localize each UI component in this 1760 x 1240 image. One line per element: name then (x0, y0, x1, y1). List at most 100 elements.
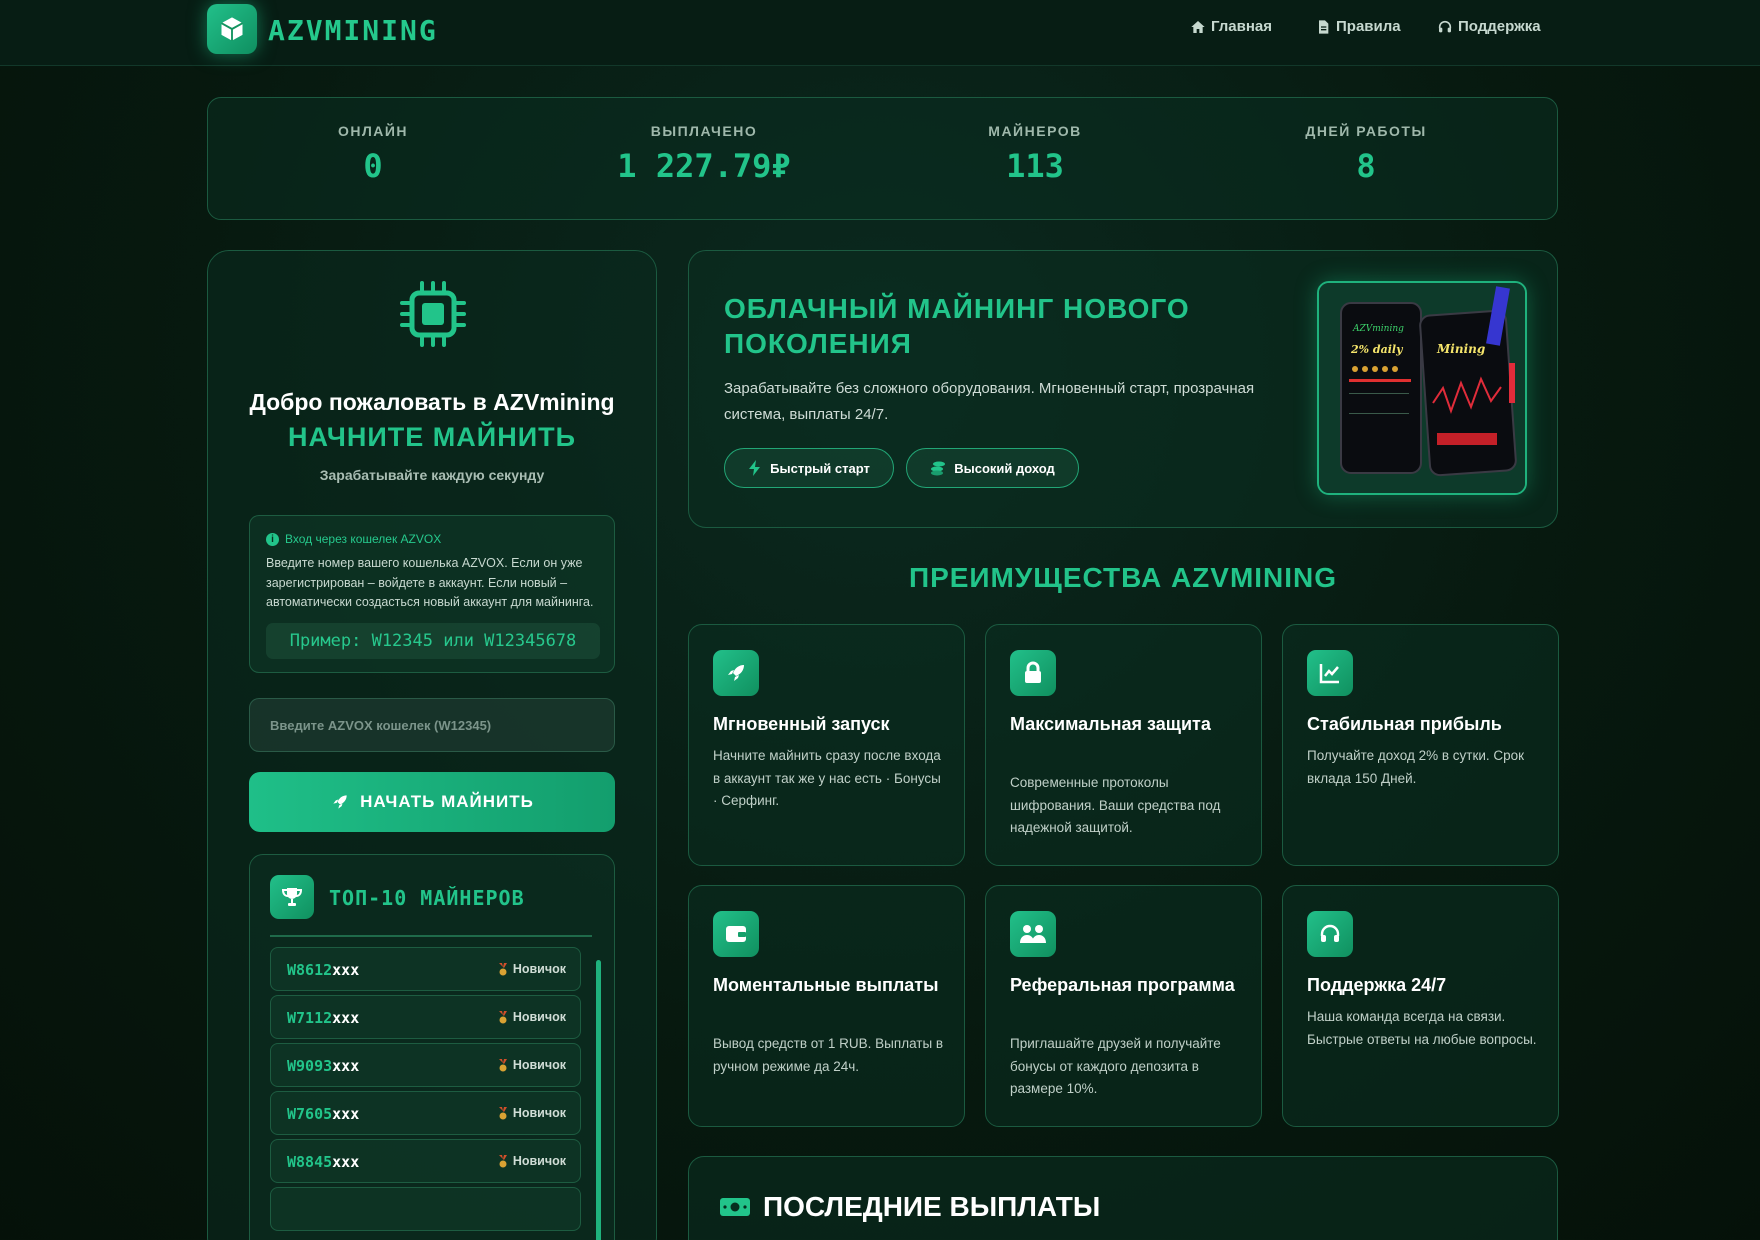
card-text: Приглашайте друзей и получайте бонусы от… (1010, 1036, 1221, 1096)
feature-card: Поддержка 24/7 Наша команда всегда на св… (1282, 885, 1559, 1127)
miner-id: W8845xxx (287, 1153, 360, 1171)
phones-image: AZVmining 2% daily Mining (1317, 281, 1527, 495)
users-icon (1010, 911, 1056, 957)
headset-icon (1307, 911, 1353, 957)
table-row[interactable]: W9093xxx Новичок (270, 1043, 581, 1087)
miner-id: W9093xxx (287, 1057, 360, 1075)
nav-home[interactable]: Главная (1190, 18, 1272, 35)
card-title: Поддержка 24/7 (1307, 975, 1447, 995)
hero-banner: ОБЛАЧНЫЙ МАЙНИНГ НОВОГО ПОКОЛЕНИЯ Зараба… (688, 250, 1558, 528)
logo-cube-icon[interactable] (207, 4, 257, 54)
medal-icon (498, 1154, 507, 1167)
miner-rank: Новичок (498, 1010, 566, 1024)
feature-card: Максимальная защита Современные протокол… (985, 624, 1262, 866)
rocket-icon (713, 650, 759, 696)
stat-online: ОНЛАЙН 0 (208, 98, 538, 185)
divider (270, 935, 592, 937)
stat-miners-value: 113 (1006, 147, 1064, 185)
money-icon (720, 1198, 750, 1216)
table-row[interactable]: W7605xxx Новичок (270, 1091, 581, 1135)
top-miners-box: ТОП-10 МАЙНЕРОВ W8612xxx Новичок W7112xx… (249, 854, 615, 1240)
chart-icon (1307, 650, 1353, 696)
card-text: Наша команда всегда на связи. Быстрые от… (1307, 1009, 1537, 1047)
card-title: Реферальная программа (1010, 975, 1235, 995)
svg-text:2% daily: 2% daily (1350, 343, 1404, 356)
rocket-icon (333, 795, 347, 809)
top-miners-scrollbar[interactable] (596, 960, 601, 1240)
chip-icon (400, 281, 466, 347)
feature-card: Моментальные выплаты Вывод средств от 1 … (688, 885, 965, 1127)
stat-days: ДНЕЙ РАБОТЫ 8 (1201, 98, 1531, 185)
stat-paid: ВЫПЛАЧЕНО 1 227.79₽ (539, 98, 869, 185)
stat-paid-value: 1 227.79₽ (617, 147, 791, 185)
table-row[interactable] (270, 1187, 581, 1231)
trophy-icon (270, 875, 314, 919)
info-icon: i (266, 532, 279, 546)
card-title: Максимальная защита (1010, 714, 1211, 734)
fast-start-pill[interactable]: Быстрый старт (724, 448, 894, 488)
table-row[interactable]: W8845xxx Новичок (270, 1139, 581, 1183)
info-text: Введите номер вашего кошелька AZVOX. Есл… (266, 556, 594, 609)
login-panel: Добро пожаловать в AZVmining НАЧНИТЕ МАЙ… (207, 250, 657, 1240)
nav-home-label: Главная (1211, 18, 1273, 35)
coins-icon (931, 461, 946, 476)
miner-id: W7605xxx (287, 1105, 360, 1123)
start-mining-heading: НАЧНИТЕ МАЙНИТЬ (287, 422, 577, 452)
stat-online-value: 0 (363, 147, 383, 185)
table-row[interactable]: W7112xxx Новичок (270, 995, 581, 1039)
miner-rank: Новичок (498, 1058, 566, 1072)
stat-miners: МАЙНЕРОВ 113 (870, 98, 1200, 185)
advantages-title: ПРЕИМУЩЕСТВА AZVMINING (908, 562, 1338, 593)
miner-id: W8612xxx (287, 961, 360, 979)
hero-text: Зарабатывайте без сложного оборудования.… (724, 380, 1255, 423)
svg-text:Mining: Mining (1436, 342, 1485, 356)
nav-support[interactable]: Поддержка (1437, 18, 1541, 35)
top-miners-title: ТОП-10 МАЙНЕРОВ (329, 886, 525, 910)
card-text: Получайте доход 2% в сутки. Срок вклада … (1307, 748, 1525, 786)
medal-icon (498, 1106, 507, 1119)
medal-icon (498, 962, 507, 975)
info-title-label: Вход через кошелек AZVOX (285, 532, 442, 546)
medal-icon (498, 1010, 507, 1023)
high-income-pill[interactable]: Высокий доход (906, 448, 1079, 488)
stat-miners-label: МАЙНЕРОВ (988, 123, 1082, 139)
card-text: Начните майнить сразу после входа в акка… (713, 748, 941, 808)
card-text: Вывод средств от 1 RUB. Выплаты в ручном… (713, 1036, 944, 1074)
stat-days-value: 8 (1356, 147, 1376, 185)
nav-rules-label: Правила (1336, 18, 1401, 35)
stat-online-label: ОНЛАЙН (337, 123, 409, 139)
start-mining-button[interactable]: НАЧАТЬ МАЙНИТЬ (249, 772, 615, 832)
hero-title: ОБЛАЧНЫЙ МАЙНИНГ НОВОГО ПОКОЛЕНИЯ (724, 293, 1190, 359)
wallet-example: Пример: W12345 или W12345678 (266, 623, 600, 659)
card-title: Моментальные выплаты (713, 975, 939, 995)
stats-bar: ОНЛАЙН 0 ВЫПЛАЧЕНО 1 227.79₽ МАЙНЕРОВ 11… (207, 97, 1558, 220)
latest-payouts-section: ПОСЛЕДНИЕ ВЫПЛАТЫ (688, 1156, 1558, 1240)
home-icon (1191, 20, 1205, 33)
feature-card: Стабильная прибыль Получайте доход 2% в … (1282, 624, 1559, 866)
lock-icon (1010, 650, 1056, 696)
start-mining-label: НАЧАТЬ МАЙНИТЬ (360, 792, 534, 811)
headset-icon (1438, 20, 1452, 32)
stat-paid-label: ВЫПЛАЧЕНО (650, 123, 758, 139)
top-header: AZVMINING Главная Правила Поддержка (0, 0, 1760, 66)
wallet-input[interactable] (249, 698, 615, 752)
table-row[interactable]: W8612xxx Новичок (270, 947, 581, 991)
document-icon (1319, 19, 1329, 34)
miner-rank: Новичок (498, 962, 566, 976)
stat-days-label: ДНЕЙ РАБОТЫ (1305, 123, 1427, 139)
svg-text:AZVmining: AZVmining (1352, 324, 1404, 334)
welcome-title: Добро пожаловать в AZVmining (249, 389, 615, 415)
medal-icon (498, 1058, 507, 1071)
wallet-info-box: i Вход через кошелек AZVOX Введите номер… (249, 515, 615, 673)
nav-rules[interactable]: Правила (1315, 18, 1401, 35)
card-title: Мгновенный запуск (713, 714, 890, 734)
info-title: i Вход через кошелек AZVOX (266, 532, 441, 546)
card-title: Стабильная прибыль (1307, 714, 1502, 734)
feature-card: Мгновенный запуск Начните майнить сразу … (688, 624, 965, 866)
welcome-subtitle: Зарабатывайте каждую секунду (319, 467, 545, 483)
miner-rank: Новичок (498, 1106, 566, 1120)
miner-rank: Новичок (498, 1154, 566, 1168)
miner-id: W7112xxx (287, 1009, 360, 1027)
card-text: Современные протоколы шифрования. Ваши с… (1010, 775, 1221, 835)
brand-name[interactable]: AZVMINING (268, 14, 438, 47)
